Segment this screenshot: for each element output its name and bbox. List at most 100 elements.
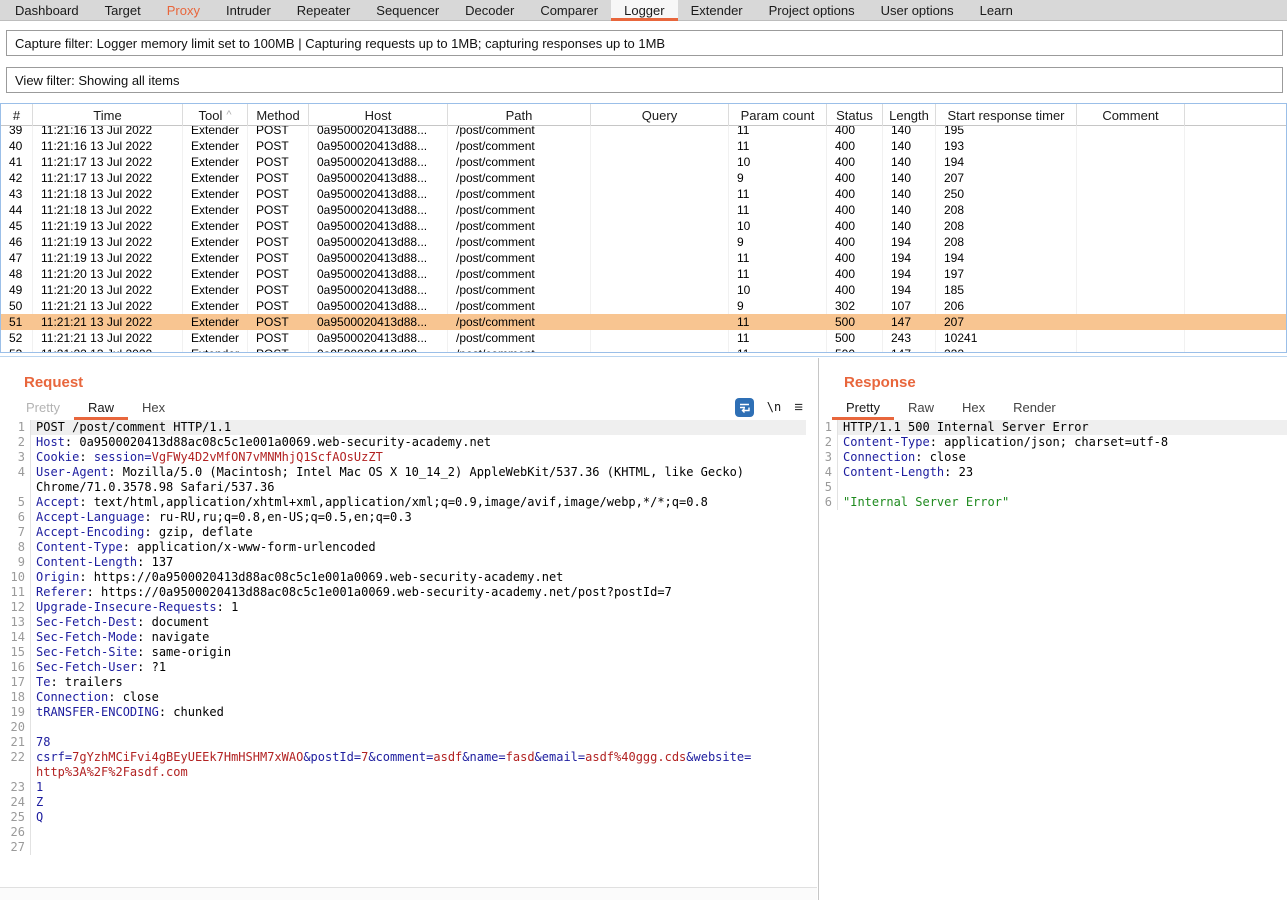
table-row-40[interactable]: 4011:21:16 13 Jul 2022ExtenderPOST0a9500… — [1, 138, 1286, 154]
menu-tab-user-options[interactable]: User options — [868, 0, 967, 21]
table-row-51[interactable]: 5111:21:21 13 Jul 2022ExtenderPOST0a9500… — [1, 314, 1286, 330]
request-editor[interactable]: 1POST /post/comment HTTP/1.12Host: 0a950… — [0, 420, 806, 887]
cell-length: 107 — [883, 298, 936, 314]
token: Cookie — [36, 450, 79, 464]
column-header-length[interactable]: Length — [883, 104, 936, 126]
table-row-42[interactable]: 4211:21:17 13 Jul 2022ExtenderPOST0a9500… — [1, 170, 1286, 186]
menu-tab-sequencer[interactable]: Sequencer — [363, 0, 452, 21]
menu-tab-learn[interactable]: Learn — [967, 0, 1026, 21]
cell-time: 11:21:19 13 Jul 2022 — [33, 218, 183, 234]
response-tab-render[interactable]: Render — [999, 398, 1070, 420]
cell-time: 11:21:19 13 Jul 2022 — [33, 250, 183, 266]
newline-icon[interactable]: \n — [767, 400, 781, 414]
editor-line: 12Upgrade-Insecure-Requests: 1 — [0, 600, 806, 615]
menu-tab-extender[interactable]: Extender — [678, 0, 756, 21]
cell-tool: Extender — [183, 218, 248, 234]
column-header-label: Method — [256, 108, 299, 123]
cell-status: 500 — [827, 330, 883, 346]
table-row-46[interactable]: 4611:21:19 13 Jul 2022ExtenderPOST0a9500… — [1, 234, 1286, 250]
line-number: 11 — [0, 585, 30, 600]
panel-splitter[interactable] — [818, 358, 819, 900]
cell-time: 11:21:21 13 Jul 2022 — [33, 298, 183, 314]
cell-time: 11:21:20 13 Jul 2022 — [33, 282, 183, 298]
prettify-icon[interactable] — [735, 398, 754, 417]
column-header-time[interactable]: Time — [33, 104, 183, 126]
menu-tab-proxy[interactable]: Proxy — [154, 0, 213, 21]
request-tab-hex[interactable]: Hex — [128, 398, 179, 420]
token: Sec-Fetch-Dest — [36, 615, 137, 629]
response-editor[interactable]: 1HTTP/1.1 500 Internal Server Error2Cont… — [820, 420, 1287, 900]
column-header-query[interactable]: Query — [591, 104, 729, 126]
cell-status: 400 — [827, 250, 883, 266]
line-text: Chrome/71.0.3578.98 Safari/537.36 — [30, 480, 806, 495]
table-row-48[interactable]: 4811:21:20 13 Jul 2022ExtenderPOST0a9500… — [1, 266, 1286, 282]
column-header-status[interactable]: Status — [827, 104, 883, 126]
table-row-45[interactable]: 4511:21:19 13 Jul 2022ExtenderPOST0a9500… — [1, 218, 1286, 234]
line-text: Referer: https://0a9500020413d88ac08c5c1… — [30, 585, 806, 600]
cell-host: 0a9500020413d88... — [309, 346, 448, 352]
column-header-comment[interactable]: Comment — [1077, 104, 1185, 126]
column-header-start-response-timer[interactable]: Start response timer — [936, 104, 1077, 126]
cell-param_count: 11 — [729, 186, 827, 202]
menu-tab-intruder[interactable]: Intruder — [213, 0, 284, 21]
cell-id: 51 — [1, 314, 33, 330]
cell-method: POST — [248, 234, 309, 250]
menu-tab-logger[interactable]: Logger — [611, 0, 677, 21]
request-tab-pretty[interactable]: Pretty — [12, 398, 74, 420]
line-number: 15 — [0, 645, 30, 660]
table-row-53[interactable]: 5311:21:22 13 Jul 2022ExtenderPOST0a9500… — [1, 346, 1286, 352]
request-tab-raw[interactable]: Raw — [74, 398, 128, 420]
line-text: Host: 0a9500020413d88ac08c5c1e001a0069.w… — [30, 435, 806, 450]
column-header-method[interactable]: Method — [248, 104, 309, 126]
token: Sec-Fetch-User — [36, 660, 137, 674]
column-header-host[interactable]: Host — [309, 104, 448, 126]
cell-id: 40 — [1, 138, 33, 154]
cell-length: 140 — [883, 202, 936, 218]
editor-line: Chrome/71.0.3578.98 Safari/537.36 — [0, 480, 806, 495]
table-row-47[interactable]: 4711:21:19 13 Jul 2022ExtenderPOST0a9500… — [1, 250, 1286, 266]
cell-comment — [1077, 266, 1185, 282]
table-row-39[interactable]: 3911:21:16 13 Jul 2022ExtenderPOST0a9500… — [1, 126, 1286, 138]
menu-tab-dashboard[interactable]: Dashboard — [2, 0, 92, 21]
cell-method: POST — [248, 170, 309, 186]
response-tab-pretty[interactable]: Pretty — [832, 398, 894, 420]
response-tab-hex[interactable]: Hex — [948, 398, 999, 420]
response-tab-raw[interactable]: Raw — [894, 398, 948, 420]
line-number: 19 — [0, 705, 30, 720]
editor-line: 8Content-Type: application/x-www-form-ur… — [0, 540, 806, 555]
token: : text/html,application/xhtml+xml,applic… — [79, 495, 708, 509]
line-number: 14 — [0, 630, 30, 645]
menu-tab-project-options[interactable]: Project options — [756, 0, 868, 21]
column-header-param-count[interactable]: Param count — [729, 104, 827, 126]
column-header-tool[interactable]: Tool^ — [183, 104, 248, 126]
capture-filter-bar[interactable]: Capture filter: Logger memory limit set … — [6, 30, 1283, 56]
table-row-52[interactable]: 5211:21:21 13 Jul 2022ExtenderPOST0a9500… — [1, 330, 1286, 346]
cell-path: /post/comment — [448, 186, 591, 202]
token: Accept-Encoding — [36, 525, 144, 539]
cell-length: 140 — [883, 154, 936, 170]
menu-tab-target[interactable]: Target — [92, 0, 154, 21]
menu-tab-decoder[interactable]: Decoder — [452, 0, 527, 21]
token: : Mozilla/5.0 (Macintosh; Intel Mac OS X… — [108, 465, 744, 479]
editor-menu-icon[interactable]: ≡ — [794, 399, 803, 416]
view-filter-bar[interactable]: View filter: Showing all items — [6, 67, 1283, 93]
table-row-41[interactable]: 4111:21:17 13 Jul 2022ExtenderPOST0a9500… — [1, 154, 1286, 170]
table-row-44[interactable]: 4411:21:18 13 Jul 2022ExtenderPOST0a9500… — [1, 202, 1286, 218]
menu-tab-repeater[interactable]: Repeater — [284, 0, 363, 21]
cell-start_response_timer: 197 — [936, 266, 1077, 282]
column-header-[interactable]: # — [1, 104, 33, 126]
cell-host: 0a9500020413d88... — [309, 250, 448, 266]
table-row-43[interactable]: 4311:21:18 13 Jul 2022ExtenderPOST0a9500… — [1, 186, 1286, 202]
line-text: HTTP/1.1 500 Internal Server Error — [837, 420, 1287, 435]
cell-status: 500 — [827, 314, 883, 330]
request-hscrollbar[interactable] — [0, 887, 817, 900]
column-header-path[interactable]: Path — [448, 104, 591, 126]
cell-comment — [1077, 154, 1185, 170]
line-number: 13 — [0, 615, 30, 630]
cell-method: POST — [248, 138, 309, 154]
menu-tab-comparer[interactable]: Comparer — [527, 0, 611, 21]
line-number: 4 — [820, 465, 837, 480]
table-row-49[interactable]: 4911:21:20 13 Jul 2022ExtenderPOST0a9500… — [1, 282, 1286, 298]
table-row-50[interactable]: 5011:21:21 13 Jul 2022ExtenderPOST0a9500… — [1, 298, 1286, 314]
cell-start_response_timer: 185 — [936, 282, 1077, 298]
